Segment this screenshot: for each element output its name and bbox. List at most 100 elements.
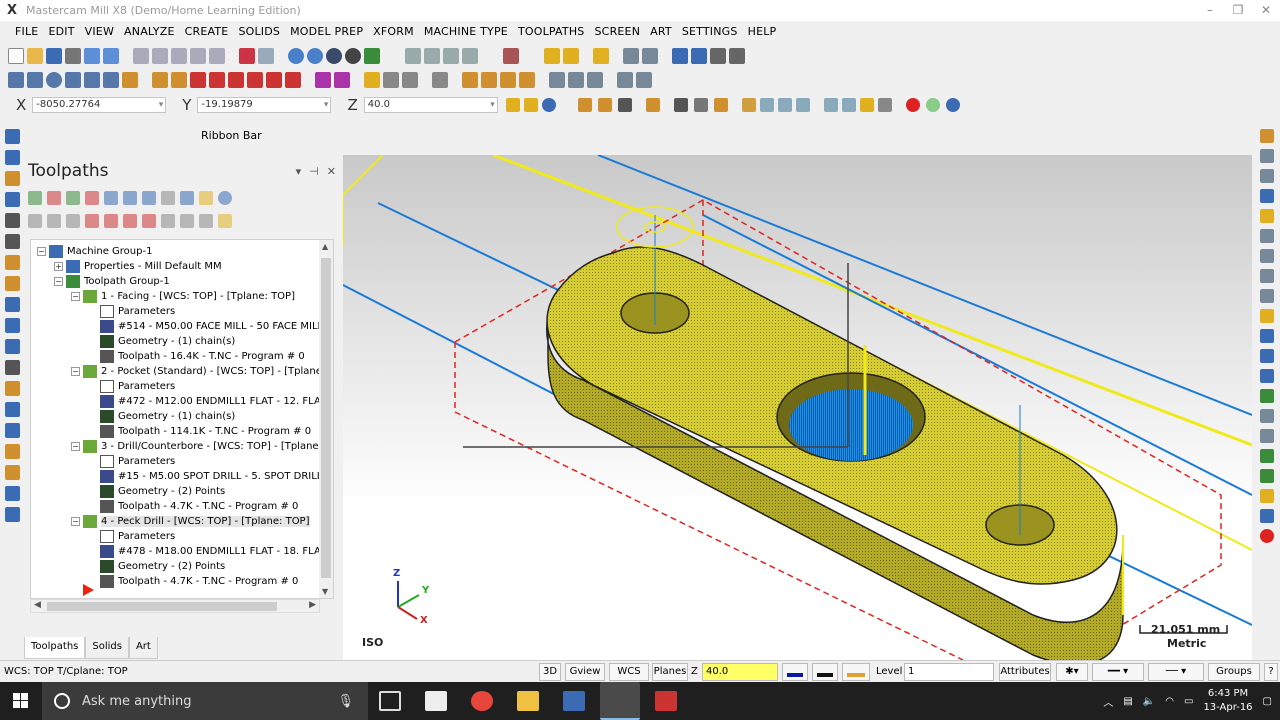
- redo-icon[interactable]: [103, 48, 119, 64]
- menu-art[interactable]: ART: [645, 25, 677, 38]
- lock-icon[interactable]: [199, 191, 213, 205]
- group-display-icon[interactable]: [180, 214, 194, 228]
- point-icon[interactable]: [8, 72, 24, 88]
- toggle-display-icon[interactable]: [47, 214, 61, 228]
- screen-tile-icon[interactable]: [729, 48, 745, 64]
- regenerate-icon[interactable]: [85, 191, 99, 205]
- menu-view[interactable]: VIEW: [80, 25, 119, 38]
- tree-item[interactable]: Parameters: [88, 529, 175, 544]
- right-tool-3-icon[interactable]: [1260, 169, 1274, 183]
- tree-horizontal-scrollbar[interactable]: ◀ ▶: [30, 599, 320, 613]
- delete-icon[interactable]: [190, 72, 206, 88]
- tree-item[interactable]: Toolpath - 4.7K - T.NC - Program # 0: [88, 574, 298, 589]
- solid-icon[interactable]: [122, 72, 138, 88]
- right-tool-7-icon[interactable]: [1260, 249, 1274, 263]
- plugin-icon[interactable]: [672, 48, 688, 64]
- ribbon-solid-6-icon[interactable]: [841, 98, 856, 112]
- fit-icon[interactable]: [133, 48, 149, 64]
- scroll-insert-icon[interactable]: [142, 214, 156, 228]
- shaded-icon[interactable]: [326, 48, 342, 64]
- left-tool-6-icon[interactable]: [4, 234, 20, 249]
- fast-point-icon[interactable]: [523, 98, 538, 112]
- select-dirty-icon[interactable]: [66, 191, 80, 205]
- panel-help-icon[interactable]: [218, 191, 232, 205]
- backplot-icon[interactable]: [568, 72, 584, 88]
- view-front-icon[interactable]: [443, 48, 459, 64]
- right-tool-20-icon[interactable]: [1260, 509, 1274, 523]
- clock[interactable]: 6:43 PM 13-Apr-16: [1203, 687, 1252, 715]
- view-top-icon[interactable]: [424, 48, 440, 64]
- tree-item[interactable]: #472 - M12.00 ENDMILL1 FLAT - 12. FLAT E…: [88, 394, 333, 409]
- solid-color-icon[interactable]: [842, 663, 870, 681]
- ribbon-tool-5-icon[interactable]: [713, 98, 728, 112]
- right-tool-9-icon[interactable]: [1260, 289, 1274, 303]
- save-app-icon[interactable]: [563, 691, 585, 711]
- menu-edit[interactable]: EDIT: [43, 25, 79, 38]
- tree-item[interactable]: Geometry - (2) Points: [88, 484, 225, 499]
- tool-manager-icon[interactable]: [199, 214, 213, 228]
- group-icon[interactable]: [462, 72, 478, 88]
- measure-angle-icon[interactable]: [642, 48, 658, 64]
- left-tool-2-icon[interactable]: [4, 150, 20, 165]
- ribbon-tool-2-icon[interactable]: [597, 98, 612, 112]
- trim-icon[interactable]: [152, 72, 168, 88]
- tree-item[interactable]: Parameters: [88, 304, 175, 319]
- microphone-icon[interactable]: 🎙: [337, 694, 354, 709]
- status-help-icon[interactable]: ?: [1264, 663, 1278, 681]
- ribbon-solid-2-icon[interactable]: [759, 98, 774, 112]
- move-down-icon[interactable]: [85, 214, 99, 228]
- left-tool-18-icon[interactable]: [4, 486, 20, 501]
- tree-item[interactable]: Parameters: [88, 379, 175, 394]
- dimension-v-icon[interactable]: [402, 72, 418, 88]
- store-icon[interactable]: [425, 691, 447, 711]
- menu-solids[interactable]: SOLIDS: [233, 25, 285, 38]
- wifi-icon[interactable]: ◠: [1165, 696, 1174, 707]
- open-file-icon[interactable]: [27, 48, 43, 64]
- left-tool-4-icon[interactable]: [4, 192, 20, 207]
- 3d-button[interactable]: 3D: [539, 663, 561, 681]
- join-icon[interactable]: [209, 72, 225, 88]
- chrome-icon[interactable]: [471, 691, 493, 711]
- wcs-button[interactable]: WCS: [609, 663, 649, 681]
- right-tool-11-icon[interactable]: [1260, 329, 1274, 343]
- graphics-viewport[interactable]: Z Y X ISO 21.051 mm Metric: [343, 155, 1252, 660]
- post-icon[interactable]: [636, 72, 652, 88]
- tree-item[interactable]: Geometry - (1) chain(s): [88, 409, 235, 424]
- right-tool-2-icon[interactable]: [1260, 149, 1274, 163]
- scale-icon[interactable]: [285, 72, 301, 88]
- pencil-multi-icon[interactable]: [563, 48, 579, 64]
- pencil-icon[interactable]: [544, 48, 560, 64]
- help-icon[interactable]: [541, 98, 556, 112]
- ribbon-solid-1-icon[interactable]: [741, 98, 756, 112]
- right-stop-icon[interactable]: [1260, 529, 1274, 543]
- tree-vertical-scrollbar[interactable]: ▲ ▼: [319, 240, 333, 598]
- translate-icon[interactable]: [315, 72, 331, 88]
- zoom-window-icon[interactable]: [152, 48, 168, 64]
- tree-item[interactable]: #514 - M50.00 FACE MILL - 50 FACE MILL: [88, 319, 323, 334]
- network-icon[interactable]: ▤: [1123, 696, 1132, 707]
- simulate-icon[interactable]: [587, 72, 603, 88]
- post-ops-icon[interactable]: [161, 191, 175, 205]
- arc-icon[interactable]: [84, 72, 100, 88]
- left-tool-9-icon[interactable]: [4, 297, 20, 312]
- deselect-ops-icon[interactable]: [47, 191, 61, 205]
- tree-expander-icon[interactable]: −: [71, 442, 80, 451]
- menu-xform[interactable]: XFORM: [368, 25, 419, 38]
- left-tool-11-icon[interactable]: [4, 339, 20, 354]
- left-tool-15-icon[interactable]: [4, 423, 20, 438]
- ribbon-solid-8-icon[interactable]: [877, 98, 892, 112]
- minimize-icon[interactable]: –: [1196, 0, 1224, 21]
- tree-item[interactable]: − 3 - Drill/Counterbore - [WCS: TOP] - [T…: [71, 439, 333, 454]
- menu-toolpaths[interactable]: TOOLPATHS: [513, 25, 590, 38]
- measure-icon[interactable]: [623, 48, 639, 64]
- fixture-icon[interactable]: [519, 72, 535, 88]
- y-coordinate-field[interactable]: -19.19879: [197, 97, 332, 113]
- toggle-post-icon[interactable]: [66, 214, 80, 228]
- groups-button[interactable]: Groups: [1208, 663, 1260, 681]
- presentation-app-icon[interactable]: [655, 691, 677, 711]
- menu-settings[interactable]: SETTINGS: [677, 25, 743, 38]
- tree-item[interactable]: Toolpath - 114.1K - T.NC - Program # 0: [88, 424, 311, 439]
- cancel-icon[interactable]: [905, 98, 920, 112]
- tree-item[interactable]: Toolpath - 4.7K - T.NC - Program # 0: [88, 499, 298, 514]
- surface-color-icon[interactable]: [812, 663, 838, 681]
